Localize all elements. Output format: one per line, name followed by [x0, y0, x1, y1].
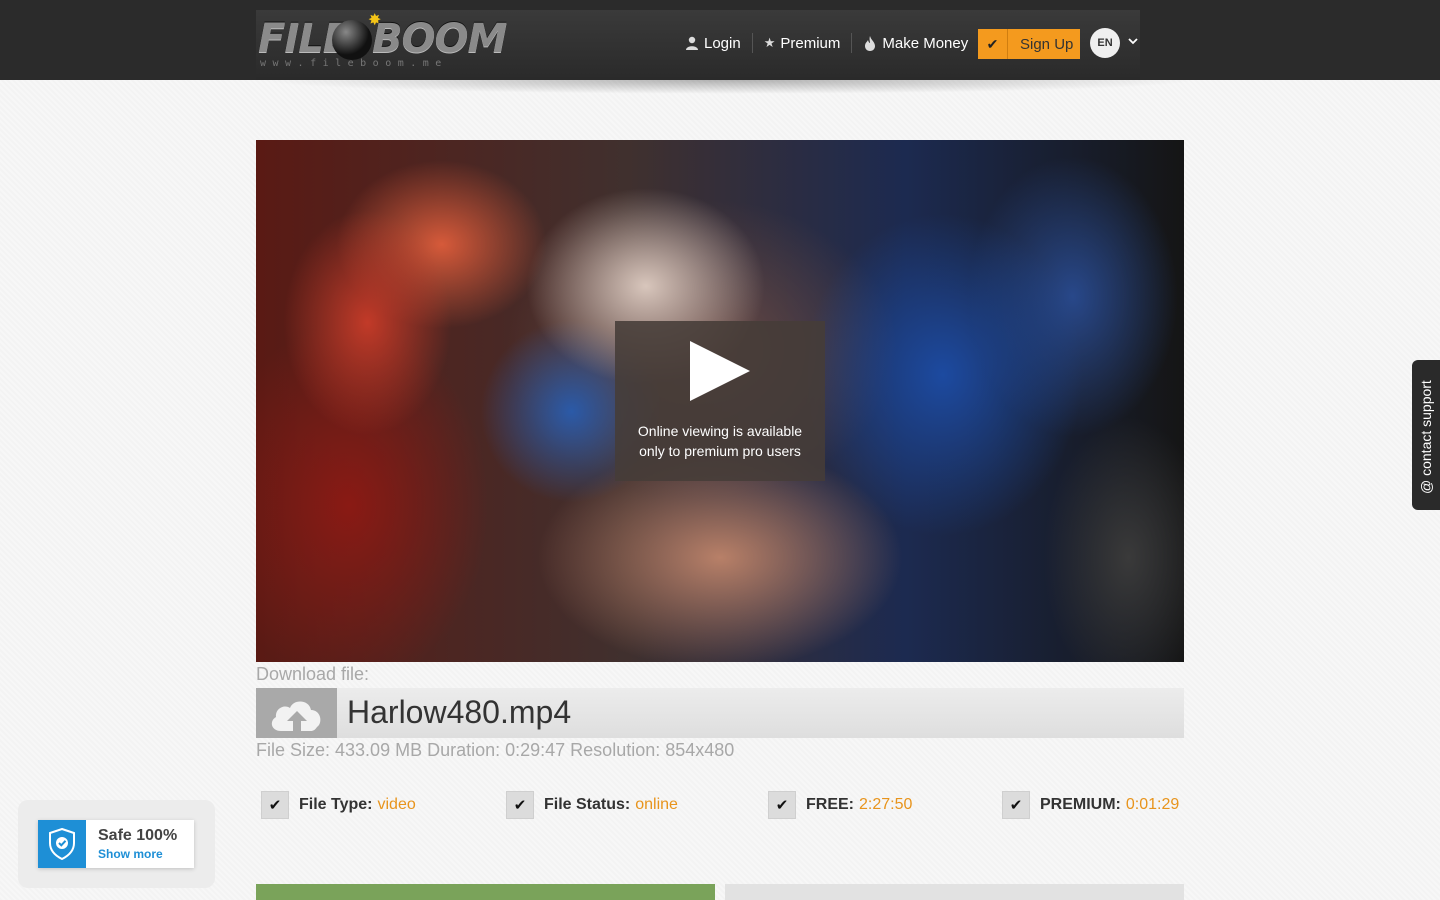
contact-support-tab[interactable]: @ contact support	[1412, 360, 1440, 510]
safe-badge-title: Safe 100%	[98, 827, 178, 844]
prop-free-value: 2:27:50	[859, 796, 913, 813]
prop-free: ✔ FREE: 2:27:50	[768, 790, 912, 820]
prop-file-status-label: File Status:	[544, 796, 631, 813]
premium-overlay[interactable]: Online viewing is available only to prem…	[615, 321, 825, 481]
fast-download-button[interactable]	[725, 884, 1184, 900]
shield-check-icon	[49, 828, 75, 860]
check-icon: ✔	[261, 791, 289, 819]
nav-premium-label: Premium	[780, 34, 841, 52]
safe-badge[interactable]: Safe 100% Show more	[38, 820, 194, 868]
user-icon	[686, 36, 698, 50]
prop-premium-label: PREMIUM:	[1040, 796, 1121, 813]
play-icon[interactable]	[690, 341, 750, 401]
bomb-icon	[332, 20, 372, 60]
slow-download-button[interactable]	[256, 884, 715, 900]
safe-icon-box	[38, 820, 86, 868]
check-icon: ✔	[1002, 791, 1030, 819]
nav-make-money-label: Make Money	[882, 34, 969, 52]
premium-overlay-text: Online viewing is available only to prem…	[637, 423, 803, 459]
file-bar: Harlow480.mp4	[256, 688, 1184, 738]
prop-file-type-value: video	[377, 796, 416, 813]
file-name: Harlow480.mp4	[347, 694, 572, 730]
file-meta: File Size: 433.09 MB Duration: 0:29:47 R…	[256, 740, 735, 760]
cloud-upload-icon	[271, 701, 320, 731]
nav-divider	[851, 33, 853, 53]
download-icon-button[interactable]	[256, 688, 337, 738]
check-icon: ✔	[506, 791, 534, 819]
site-logo[interactable]: FILE ✸ BOOM www.fileboom.me	[258, 12, 507, 72]
prop-premium: ✔ PREMIUM: 0:01:29	[1002, 790, 1179, 820]
prop-free-label: FREE:	[806, 796, 854, 813]
main-nav: Login ★ Premium Make Money	[685, 30, 968, 56]
check-icon: ✔	[978, 29, 1008, 59]
prop-file-type: ✔ File Type: video	[261, 790, 416, 820]
video-preview[interactable]: Online viewing is available only to prem…	[256, 140, 1184, 662]
prop-file-status-value: online	[635, 796, 678, 813]
nav-login[interactable]: Login	[685, 35, 741, 52]
prop-premium-value: 0:01:29	[1125, 796, 1180, 813]
download-label: Download file:	[256, 664, 370, 684]
header-shadow	[256, 80, 1200, 94]
nav-make-money[interactable]: Make Money	[863, 35, 968, 52]
flame-icon	[865, 35, 876, 51]
logo-url: www.fileboom.me	[260, 58, 448, 69]
prop-file-type-label: File Type:	[299, 796, 373, 813]
contact-support-label: @ contact support	[1418, 380, 1434, 494]
nav-premium[interactable]: ★ Premium	[764, 35, 841, 52]
check-icon: ✔	[768, 791, 796, 819]
language-selector[interactable]: EN	[1090, 28, 1120, 58]
star-icon: ★	[763, 35, 776, 50]
safe-badge-wrapper: Safe 100% Show more	[18, 800, 215, 888]
chevron-down-icon[interactable]	[1128, 34, 1138, 48]
signup-button[interactable]: ✔ Sign Up	[978, 29, 1080, 59]
safe-badge-show-more[interactable]: Show more	[98, 847, 163, 861]
nav-login-label: Login	[704, 34, 741, 52]
signup-label: Sign Up	[1020, 35, 1074, 53]
prop-file-status: ✔ File Status: online	[506, 790, 678, 820]
nav-divider	[751, 33, 753, 53]
logo-word-boom: BOOM	[372, 16, 507, 62]
